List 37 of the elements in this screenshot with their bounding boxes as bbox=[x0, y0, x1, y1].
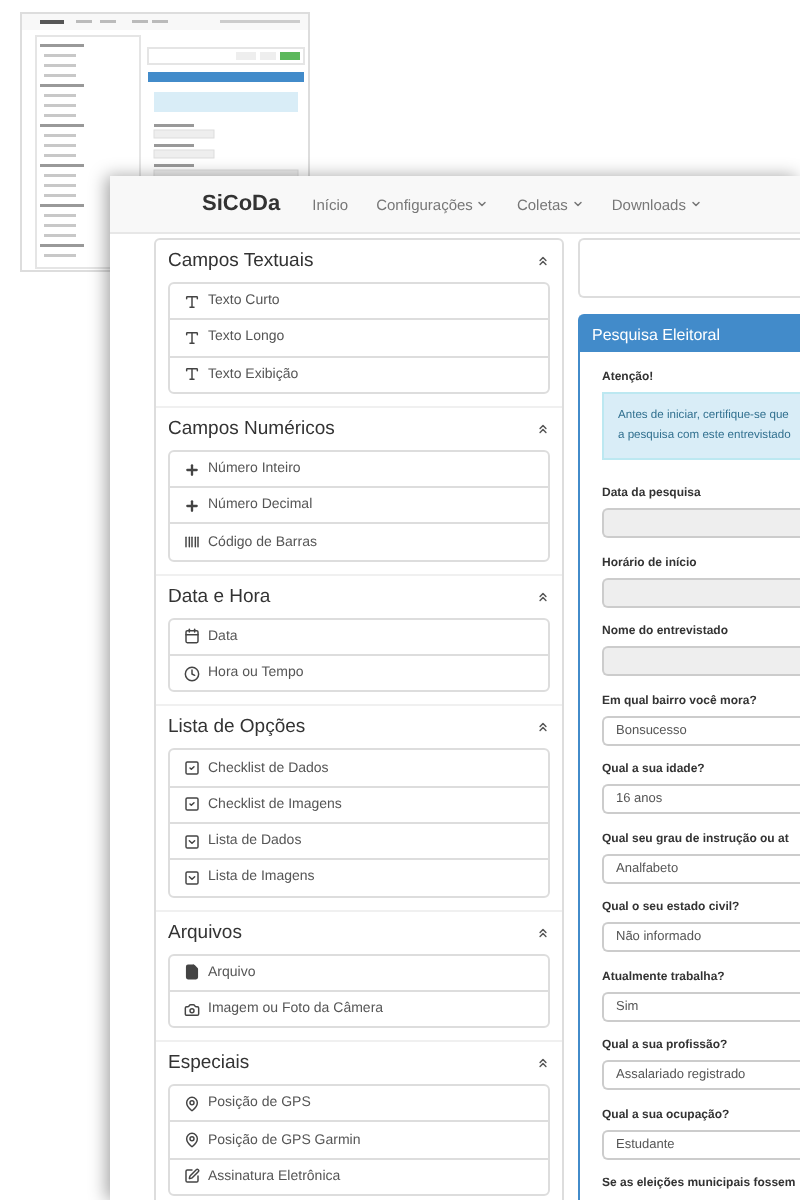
section-title: Especiais bbox=[168, 1052, 250, 1075]
collapse-icon[interactable] bbox=[536, 254, 550, 268]
section-title: Arquivos bbox=[168, 921, 242, 944]
dropdown-icon bbox=[184, 869, 200, 886]
calendar-icon bbox=[184, 628, 200, 645]
input-field[interactable] bbox=[602, 508, 800, 538]
checkbox-icon bbox=[184, 760, 200, 777]
collapse-icon[interactable] bbox=[536, 720, 550, 735]
checkbox-icon bbox=[184, 796, 200, 813]
section-title: Campos Textuais bbox=[168, 250, 314, 272]
map-pin-icon bbox=[184, 1095, 200, 1112]
collapse-icon[interactable] bbox=[536, 925, 550, 940]
panel-title: Pesquisa Eleitoral bbox=[580, 316, 800, 352]
input-field[interactable] bbox=[602, 577, 800, 607]
collapse-icon[interactable] bbox=[536, 1056, 550, 1071]
section-title: Campos Numéricos bbox=[168, 417, 335, 440]
caret-icon bbox=[689, 198, 702, 210]
letter-icon bbox=[184, 329, 200, 346]
caret-icon bbox=[571, 198, 584, 210]
section-title: Data e Hora bbox=[168, 585, 271, 608]
letter-icon bbox=[184, 293, 200, 310]
file-icon bbox=[184, 964, 200, 981]
dropdown-icon bbox=[184, 833, 200, 850]
barcode-icon bbox=[184, 534, 200, 551]
pen-icon bbox=[184, 1168, 200, 1185]
collapse-icon[interactable] bbox=[536, 421, 550, 436]
caret-icon bbox=[476, 198, 489, 210]
section-title: Lista de Opções bbox=[168, 716, 306, 739]
plus-icon bbox=[184, 461, 200, 478]
brand-logo[interactable]: SiCoDa bbox=[202, 192, 281, 216]
clock-icon bbox=[184, 665, 200, 682]
camera-icon bbox=[184, 1001, 200, 1017]
letter-icon bbox=[184, 366, 200, 383]
plus-icon bbox=[184, 497, 200, 514]
map-pin-icon bbox=[184, 1132, 200, 1149]
collapse-icon[interactable] bbox=[536, 589, 550, 604]
input-field[interactable] bbox=[602, 646, 800, 676]
